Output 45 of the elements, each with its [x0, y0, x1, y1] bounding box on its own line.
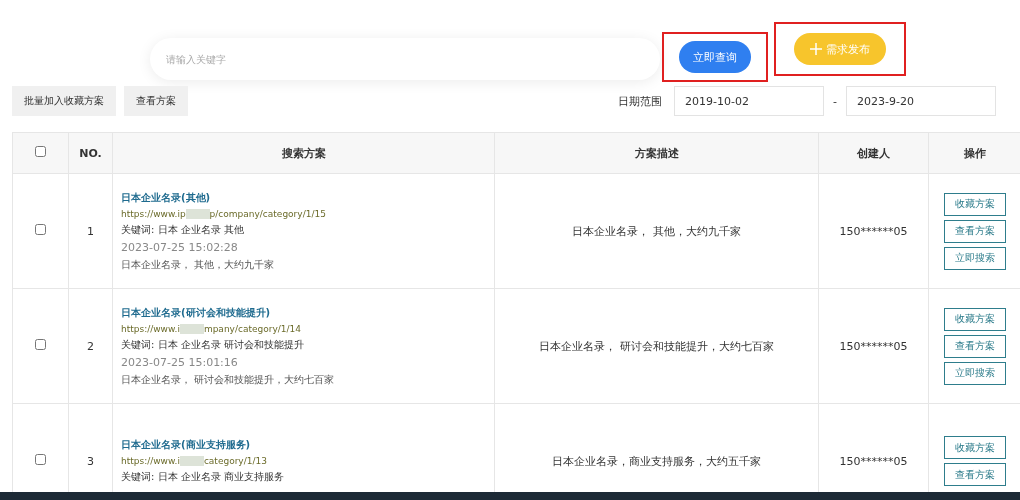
keywords-text: 关键词: 日本 企业名录 其他 [121, 222, 245, 237]
plan-url: https://www.i mpany/category/1/14 [121, 323, 302, 334]
column-header: 创建人 [818, 132, 929, 174]
plus-icon [810, 43, 822, 55]
column-header: 搜索方案 [112, 132, 495, 174]
action-button[interactable]: 查看方案 [943, 463, 1006, 486]
description-cell: 日本企业名录， 其他，大约九千家 [494, 173, 819, 289]
select-all-checkbox[interactable] [35, 146, 46, 157]
plan-url: https://www.i category/1/13 [121, 456, 268, 466]
keywords-text: 关键词: 日本 企业名录 商业支持服务 [121, 470, 285, 484]
plan-title-link[interactable]: 日本企业名录(商业支持服务) [121, 438, 494, 452]
start-date-field[interactable]: 2019-10-02 [674, 86, 824, 116]
date-separator: - [832, 94, 838, 108]
description-cell: 日本企业名录， 研讨会和技能提升，大约七百家 [494, 288, 819, 404]
toolbar-button[interactable]: 查看方案 [124, 86, 188, 116]
row-checkbox[interactable] [35, 339, 46, 350]
action-button[interactable]: 收藏方案 [943, 307, 1006, 331]
plan-url: https://www.ip p/company/category/1/15 [121, 208, 327, 219]
toolbar-button[interactable]: 批量加入收藏方案 [12, 86, 116, 116]
search-button[interactable]: 立即查询 [679, 41, 751, 73]
creator-cell: 150******05 [818, 173, 929, 289]
end-date-field[interactable]: 2023-9-20 [846, 86, 996, 116]
column-header: 方案描述 [494, 132, 819, 174]
row-checkbox[interactable] [35, 454, 46, 465]
action-button[interactable]: 收藏方案 [943, 192, 1006, 216]
action-button[interactable]: 立即搜索 [943, 361, 1006, 385]
plan-title-link[interactable]: 日本企业名录(其他) [121, 190, 494, 205]
plan-summary: 日本企业名录， 研讨会和技能提升，大约七百家 [121, 372, 336, 387]
action-button[interactable]: 查看方案 [943, 219, 1006, 243]
action-button[interactable]: 立即搜索 [943, 246, 1006, 270]
column-header: NO. [68, 132, 113, 174]
created-time: 2023-07-25 15:02:28 [121, 240, 239, 254]
created-time: 2023-07-25 15:01:16 [121, 355, 239, 369]
action-button[interactable]: 查看方案 [943, 334, 1006, 358]
row-number: 1 [68, 173, 113, 289]
keywords-text: 关键词: 日本 企业名录 研讨会和技能提升 [121, 337, 305, 352]
creator-cell: 150******05 [818, 288, 929, 404]
plan-title-link[interactable]: 日本企业名录(研讨会和技能提升) [121, 305, 494, 320]
plan-summary: 日本企业名录， 其他，大约九千家 [121, 257, 276, 272]
action-button[interactable]: 收藏方案 [943, 436, 1006, 459]
date-range-label: 日期范围 [618, 93, 662, 109]
row-number: 2 [68, 288, 113, 404]
search-field[interactable]: 请输入关键字 [150, 38, 660, 80]
row-checkbox[interactable] [35, 224, 46, 235]
column-header: 操作 [928, 132, 1020, 174]
